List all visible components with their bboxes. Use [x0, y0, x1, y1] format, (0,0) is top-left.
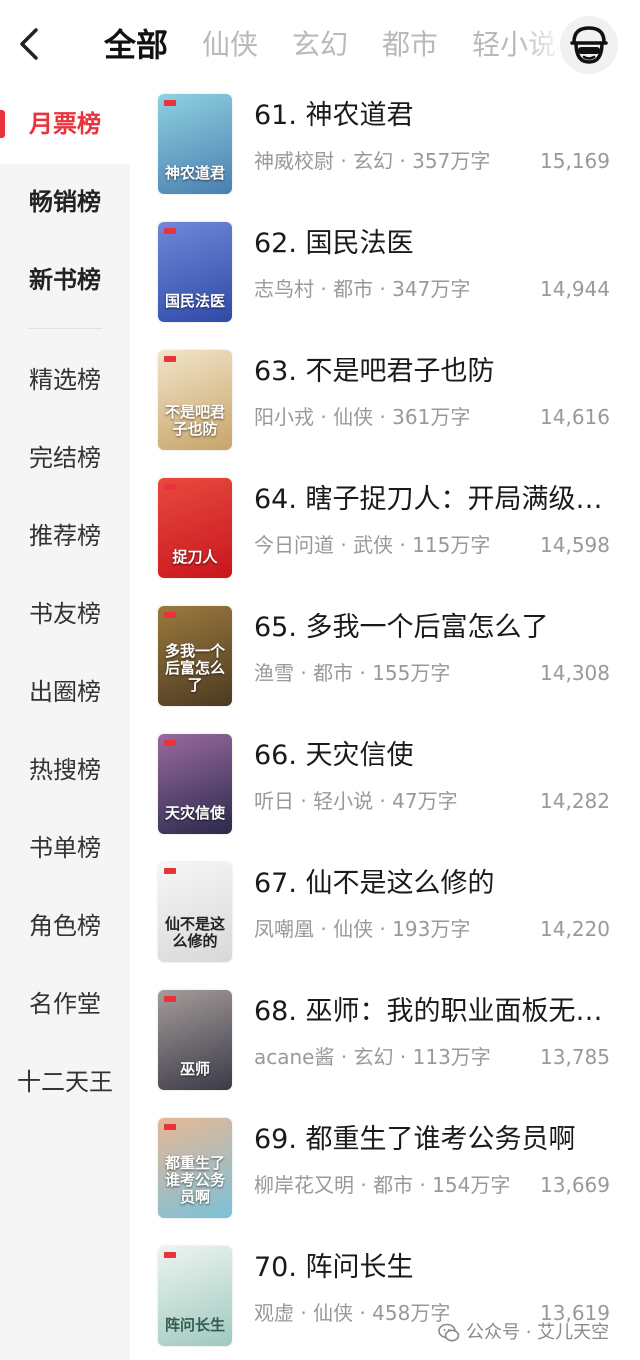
book-item[interactable]: 国民法医 62. 国民法医 志鸟村 · 都市 · 347万字 14,944 — [130, 216, 640, 336]
publisher-tag — [164, 996, 176, 1002]
ranking-sidebar: 月票榜 畅销榜 新书榜 精选榜 完结榜 推荐榜 书友榜 出圈榜 热搜榜 书单榜 … — [0, 88, 130, 1360]
sidebar-item-recommended[interactable]: 推荐榜 — [0, 508, 130, 564]
book-meta: 凤嘲凰 · 仙侠 · 193万字 — [254, 917, 471, 941]
book-item[interactable]: 都重生了谁考公务员啊 69. 都重生了谁考公务员啊 柳岸花又明 · 都市 · 1… — [130, 1112, 640, 1232]
sidebar-item-book-friends[interactable]: 书友榜 — [0, 586, 130, 642]
ticket-count: 14,282 — [540, 789, 610, 813]
back-button[interactable] — [14, 26, 46, 62]
publisher-tag — [164, 1252, 176, 1258]
watermark: 公众号 · 艾儿天空 — [438, 1318, 609, 1348]
book-title: 65. 多我一个后富怎么了 — [254, 612, 549, 643]
publisher-tag — [164, 228, 176, 234]
tab-dushi[interactable]: 都市 — [382, 20, 438, 70]
publisher-tag — [164, 100, 176, 106]
book-meta: 神威校尉 · 玄幻 · 357万字 — [254, 149, 491, 173]
book-meta: 听日 · 轻小说 · 47万字 — [254, 789, 458, 813]
sidebar-item-hot-search[interactable]: 热搜榜 — [0, 742, 130, 798]
sidebar-item-monthly-ticket[interactable]: 月票榜 — [0, 96, 130, 152]
sidebar-item-characters[interactable]: 角色榜 — [0, 898, 130, 954]
ticket-count: 14,944 — [540, 277, 610, 301]
book-title: 62. 国民法医 — [254, 228, 414, 259]
book-item[interactable]: 天灾信使 66. 天灾信使 听日 · 轻小说 · 47万字 14,282 — [130, 728, 640, 848]
publisher-tag — [164, 740, 176, 746]
book-cover: 都重生了谁考公务员啊 — [158, 1118, 232, 1218]
book-title: 64. 瞎子捉刀人：开局满级九阳神功 — [254, 484, 614, 515]
book-item[interactable]: 巫师 68. 巫师：我的职业面板无限升级 acane酱 · 玄幻 · 113万字… — [130, 984, 640, 1104]
book-item[interactable]: 神农道君 61. 神农道君 神威校尉 · 玄幻 · 357万字 15,169 — [130, 88, 640, 208]
book-title: 66. 天灾信使 — [254, 740, 414, 771]
cover-title: 不是吧君子也防 — [164, 403, 225, 438]
user-face-icon — [570, 26, 608, 64]
book-title: 63. 不是吧君子也防 — [254, 356, 495, 387]
cover-title: 多我一个后富怎么了 — [164, 642, 225, 694]
chevron-left-icon — [20, 28, 38, 60]
ticket-count: 13,785 — [540, 1045, 610, 1069]
tab-light-novel[interactable]: 轻小说 — [472, 20, 556, 70]
publisher-tag — [164, 1124, 176, 1130]
book-item[interactable]: 不是吧君子也防 63. 不是吧君子也防 阳小戎 · 仙侠 · 361万字 14,… — [130, 344, 640, 464]
sidebar-item-bestseller[interactable]: 畅销榜 — [0, 174, 130, 230]
tab-xianxia[interactable]: 仙侠 — [202, 20, 258, 70]
top-bar: 全部 仙侠 玄幻 都市 轻小说 — [0, 0, 640, 88]
book-cover: 神农道君 — [158, 94, 232, 194]
sidebar-divider — [28, 328, 102, 329]
book-meta: 阳小戎 · 仙侠 · 361万字 — [254, 405, 471, 429]
cover-title: 捉刀人 — [172, 548, 218, 566]
book-meta: 渔雪 · 都市 · 155万字 — [254, 661, 451, 685]
book-title: 69. 都重生了谁考公务员啊 — [254, 1124, 576, 1155]
publisher-tag — [164, 484, 176, 490]
tab-all[interactable]: 全部 — [104, 20, 168, 70]
book-cover: 国民法医 — [158, 222, 232, 322]
book-meta: 观虚 · 仙侠 · 458万字 — [254, 1301, 451, 1325]
book-meta: 今日问道 · 武侠 · 115万字 — [254, 533, 491, 557]
publisher-tag — [164, 868, 176, 874]
avatar-button[interactable] — [560, 16, 618, 74]
tab-xuanhuan[interactable]: 玄幻 — [292, 20, 348, 70]
book-title: 68. 巫师：我的职业面板无限升级 — [254, 996, 614, 1027]
category-tabs: 全部 仙侠 玄幻 都市 轻小说 — [104, 20, 574, 72]
book-cover: 捉刀人 — [158, 478, 232, 578]
publisher-tag — [164, 356, 176, 362]
book-meta: acane酱 · 玄幻 · 113万字 — [254, 1045, 491, 1069]
ticket-count: 14,220 — [540, 917, 610, 941]
book-item[interactable]: 多我一个后富怎么了 65. 多我一个后富怎么了 渔雪 · 都市 · 155万字 … — [130, 600, 640, 720]
sidebar-item-new-books[interactable]: 新书榜 — [0, 252, 130, 308]
cover-title: 巫师 — [179, 1060, 210, 1078]
cover-title: 神农道君 — [164, 164, 225, 182]
book-title: 67. 仙不是这么修的 — [254, 868, 495, 899]
cover-title: 都重生了谁考公务员啊 — [164, 1154, 225, 1206]
book-title: 61. 神农道君 — [254, 100, 414, 131]
sidebar-item-selected[interactable]: 精选榜 — [0, 352, 130, 408]
ticket-count: 14,308 — [540, 661, 610, 685]
book-cover: 天灾信使 — [158, 734, 232, 834]
wechat-icon — [438, 1323, 460, 1342]
sidebar-item-twelve-kings[interactable]: 十二天王 — [0, 1054, 130, 1110]
sidebar-item-booklist[interactable]: 书单榜 — [0, 820, 130, 876]
ticket-count: 14,616 — [540, 405, 610, 429]
book-cover: 巫师 — [158, 990, 232, 1090]
book-title: 70. 阵问长生 — [254, 1252, 414, 1283]
book-cover: 多我一个后富怎么了 — [158, 606, 232, 706]
ticket-count: 13,669 — [540, 1173, 610, 1197]
publisher-tag — [164, 612, 176, 618]
ticket-count: 14,598 — [540, 533, 610, 557]
cover-title: 阵问长生 — [164, 1316, 225, 1334]
book-cover: 仙不是这么修的 — [158, 862, 232, 962]
cover-title: 国民法医 — [164, 292, 225, 310]
cover-title: 天灾信使 — [164, 804, 225, 822]
watermark-text: 公众号 · 艾儿天空 — [466, 1322, 610, 1343]
ticket-count: 15,169 — [540, 149, 610, 173]
book-cover: 阵问长生 — [158, 1246, 232, 1346]
sidebar-item-breakout[interactable]: 出圈榜 — [0, 664, 130, 720]
sidebar-item-completed[interactable]: 完结榜 — [0, 430, 130, 486]
sidebar-item-hall-of-fame[interactable]: 名作堂 — [0, 976, 130, 1032]
book-meta: 志鸟村 · 都市 · 347万字 — [254, 277, 471, 301]
book-item[interactable]: 捉刀人 64. 瞎子捉刀人：开局满级九阳神功 今日问道 · 武侠 · 115万字… — [130, 472, 640, 592]
book-meta: 柳岸花又明 · 都市 · 154万字 — [254, 1173, 511, 1197]
cover-title: 仙不是这么修的 — [164, 915, 225, 950]
book-cover: 不是吧君子也防 — [158, 350, 232, 450]
book-item[interactable]: 仙不是这么修的 67. 仙不是这么修的 凤嘲凰 · 仙侠 · 193万字 14,… — [130, 856, 640, 976]
